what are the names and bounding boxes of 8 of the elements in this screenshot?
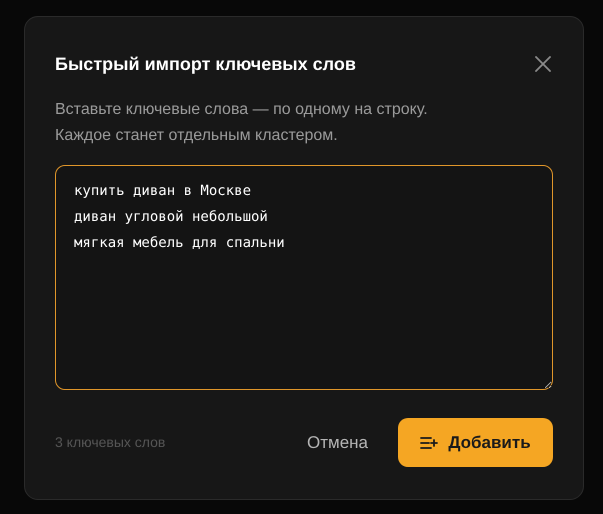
dialog-description: Вставьте ключевые слова — по одному на строку. Каждое станет отдельным кластером. <box>55 100 429 146</box>
keywords-textarea[interactable]: купить диван в Москве диван угловой небольшой мягкая мебель для спальни <box>55 165 553 390</box>
dialog-title: Быстрый импорт ключевых слов <box>55 53 356 76</box>
add-button[interactable]: Добавить <box>398 418 553 467</box>
keyword-count: 3 ключевых слов <box>55 433 166 452</box>
list-add-icon <box>420 436 438 450</box>
cancel-button[interactable]: Отмена <box>293 418 382 467</box>
close-icon <box>535 56 551 72</box>
